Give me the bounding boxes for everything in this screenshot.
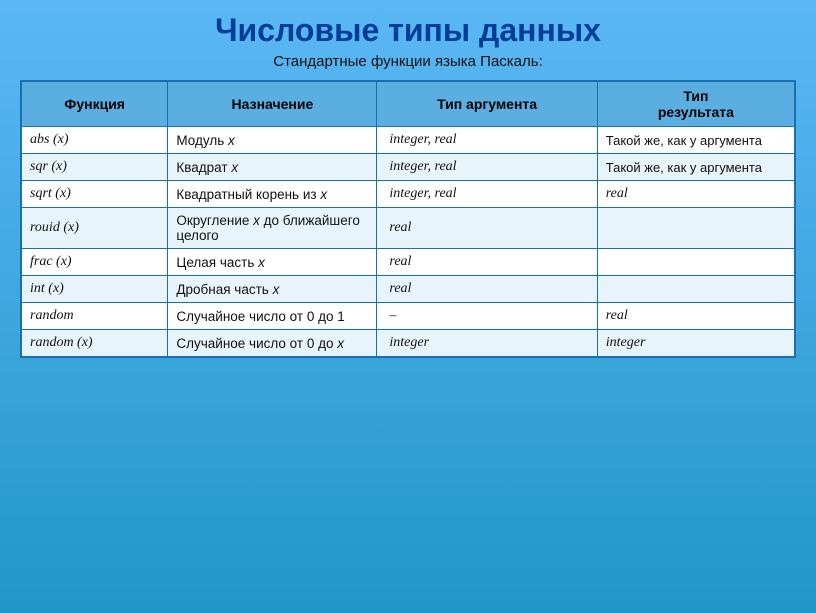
- col-header-restype: Типрезультата: [597, 81, 795, 127]
- cell-argtype: real: [377, 208, 597, 249]
- cell-desc: Случайное число от 0 до 1: [168, 303, 377, 330]
- table-row: random (x)Случайное число от 0 до xinteg…: [21, 330, 795, 358]
- cell-argtype: –: [377, 303, 597, 330]
- cell-desc: Модуль x: [168, 127, 377, 154]
- table-row: sqr (x)Квадрат xinteger, realТакой же, к…: [21, 154, 795, 181]
- table-row: randomСлучайное число от 0 до 1–real: [21, 303, 795, 330]
- cell-func: int (x): [21, 276, 168, 303]
- col-header-desc: Назначение: [168, 81, 377, 127]
- table-row: frac (x)Целая часть xreal: [21, 249, 795, 276]
- table-row: int (x)Дробная часть xreal: [21, 276, 795, 303]
- cell-func: random: [21, 303, 168, 330]
- cell-func: rouid (x): [21, 208, 168, 249]
- cell-desc: Квадратный корень из x: [168, 181, 377, 208]
- cell-argtype: integer, real: [377, 154, 597, 181]
- page-title: Числовые типы данных: [215, 12, 601, 49]
- cell-restype: [597, 276, 795, 303]
- table-row: sqrt (x)Квадратный корень из xinteger, r…: [21, 181, 795, 208]
- table-row: rouid (x)Округление x до ближайшего цело…: [21, 208, 795, 249]
- cell-restype: integer: [597, 330, 795, 358]
- cell-desc: Квадрат x: [168, 154, 377, 181]
- cell-argtype: real: [377, 276, 597, 303]
- cell-func: sqr (x): [21, 154, 168, 181]
- cell-argtype: real: [377, 249, 597, 276]
- cell-restype: [597, 208, 795, 249]
- cell-func: abs (x): [21, 127, 168, 154]
- cell-restype: real: [597, 181, 795, 208]
- cell-desc: Целая часть x: [168, 249, 377, 276]
- cell-argtype: integer: [377, 330, 597, 358]
- functions-table: Функция Назначение Тип аргумента Типрезу…: [20, 80, 796, 358]
- cell-argtype: integer, real: [377, 181, 597, 208]
- page-subtitle: Стандартные функции языка Паскаль:: [273, 53, 543, 70]
- cell-desc: Случайное число от 0 до x: [168, 330, 377, 358]
- cell-restype: real: [597, 303, 795, 330]
- cell-func: random (x): [21, 330, 168, 358]
- cell-desc: Округление x до ближайшего целого: [168, 208, 377, 249]
- cell-desc: Дробная часть x: [168, 276, 377, 303]
- cell-func: frac (x): [21, 249, 168, 276]
- cell-argtype: integer, real: [377, 127, 597, 154]
- col-header-argtype: Тип аргумента: [377, 81, 597, 127]
- table-row: abs (x)Модуль xinteger, realТакой же, ка…: [21, 127, 795, 154]
- cell-restype: Такой же, как у аргумента: [597, 127, 795, 154]
- cell-restype: Такой же, как у аргумента: [597, 154, 795, 181]
- cell-func: sqrt (x): [21, 181, 168, 208]
- cell-restype: [597, 249, 795, 276]
- col-header-func: Функция: [21, 81, 168, 127]
